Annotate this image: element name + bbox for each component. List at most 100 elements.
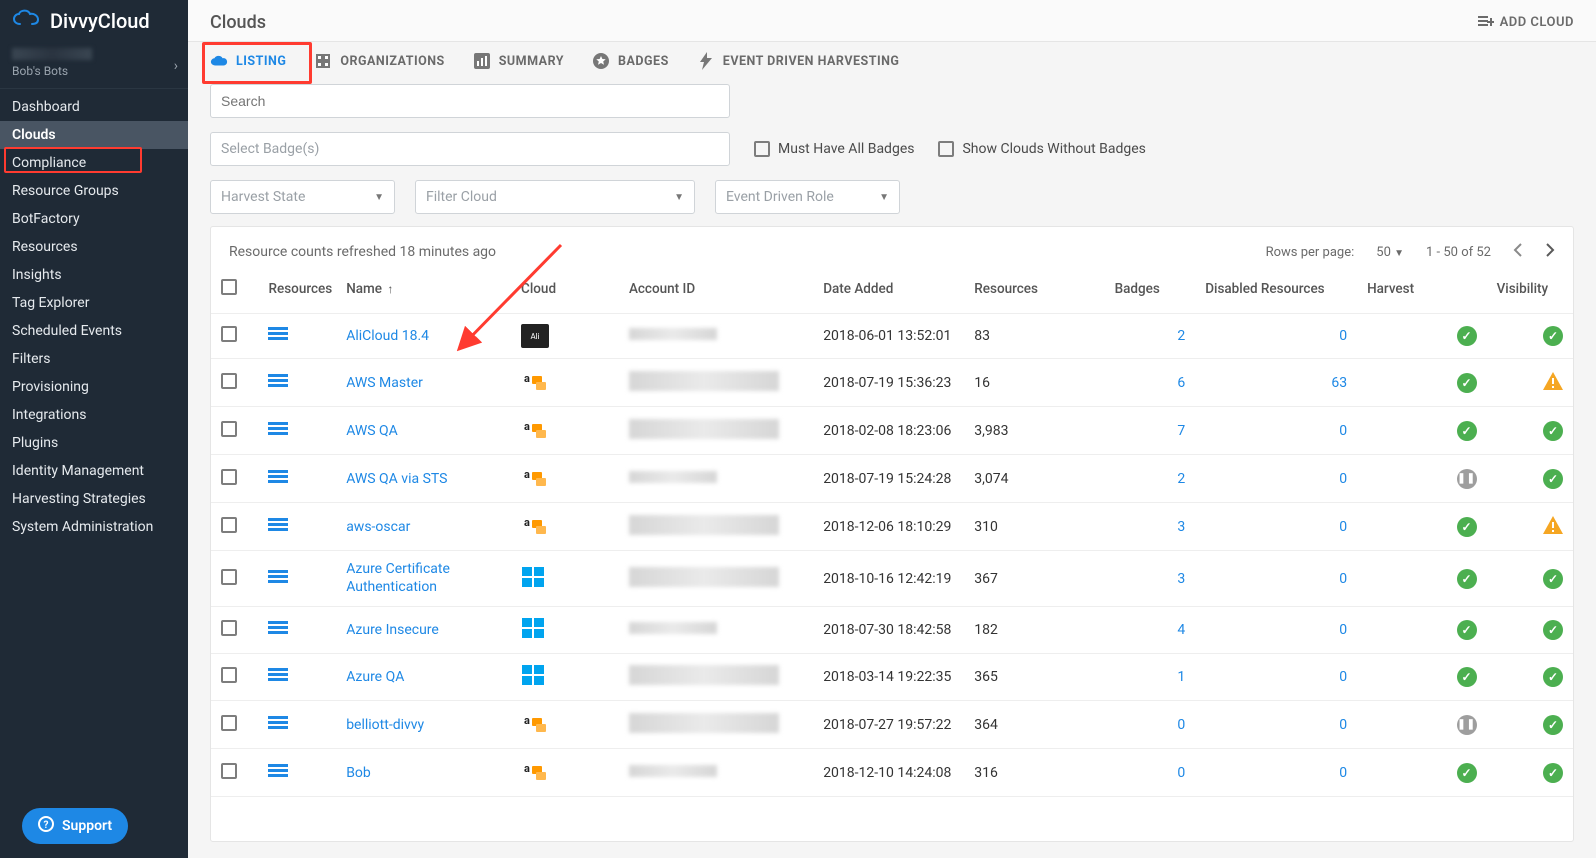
nav-item-identity-management[interactable]: Identity Management <box>0 457 188 485</box>
row-checkbox[interactable] <box>221 569 237 585</box>
row-checkbox[interactable] <box>221 620 237 636</box>
badge-select[interactable]: Select Badge(s) <box>210 132 730 166</box>
row-resources-button[interactable] <box>268 569 288 589</box>
col-disabled[interactable]: Disabled Resources <box>1195 265 1357 314</box>
badges-link[interactable]: 3 <box>1177 519 1185 535</box>
nav-item-filters[interactable]: Filters <box>0 345 188 373</box>
row-checkbox[interactable] <box>221 373 237 389</box>
disabled-resources-link[interactable]: 0 <box>1339 328 1347 344</box>
cloud-name-link[interactable]: AWS QA <box>346 423 398 439</box>
harvest-state-select[interactable]: Harvest State ▼ <box>210 180 395 214</box>
row-resources-button[interactable] <box>268 326 288 346</box>
col-cloud[interactable]: Cloud <box>511 265 619 314</box>
badges-link[interactable]: 2 <box>1177 471 1185 487</box>
nav-item-harvesting-strategies[interactable]: Harvesting Strategies <box>0 485 188 513</box>
cloud-name-link[interactable]: Azure QA <box>346 669 404 685</box>
badges-link[interactable]: 1 <box>1177 669 1185 685</box>
badges-link[interactable]: 7 <box>1177 423 1185 439</box>
status-ok-icon: ✓ <box>1457 373 1477 393</box>
row-checkbox[interactable] <box>221 326 237 342</box>
disabled-resources-link[interactable]: 0 <box>1339 717 1347 733</box>
no-badges-checkbox[interactable]: Show Clouds Without Badges <box>938 141 1145 157</box>
rpp-select[interactable]: 50 ▼ <box>1376 245 1404 260</box>
row-checkbox[interactable] <box>221 517 237 533</box>
next-page-button[interactable] <box>1545 243 1555 261</box>
prev-page-button[interactable] <box>1513 243 1523 261</box>
logo-icon <box>12 8 42 34</box>
row-resources-button[interactable] <box>268 373 288 393</box>
col-date-added[interactable]: Date Added <box>813 265 964 314</box>
nav-item-integrations[interactable]: Integrations <box>0 401 188 429</box>
user-org-switcher[interactable]: Bob's Bots › <box>0 42 188 89</box>
row-checkbox[interactable] <box>221 715 237 731</box>
event-driven-role-select[interactable]: Event Driven Role ▼ <box>715 180 900 214</box>
row-resources-button[interactable] <box>268 763 288 783</box>
svg-text:a: a <box>524 420 530 433</box>
tab-summary[interactable]: SUMMARY <box>473 52 564 70</box>
badges-link[interactable]: 3 <box>1177 571 1185 587</box>
cloud-name-link[interactable]: belliott-divvy <box>346 717 424 733</box>
tab-edh[interactable]: EVENT DRIVEN HARVESTING <box>697 52 900 70</box>
row-checkbox[interactable] <box>221 421 237 437</box>
cloud-name-link[interactable]: Bob <box>346 765 371 781</box>
nav-item-insights[interactable]: Insights <box>0 261 188 289</box>
tab-badges[interactable]: BADGES <box>592 52 669 70</box>
badges-link[interactable]: 2 <box>1177 328 1185 344</box>
disabled-resources-link[interactable]: 0 <box>1339 669 1347 685</box>
nav-item-plugins[interactable]: Plugins <box>0 429 188 457</box>
status-ok-icon: ✓ <box>1457 667 1477 687</box>
cloud-name-link[interactable]: AliCloud 18.4 <box>346 328 429 344</box>
search-input[interactable] <box>210 84 730 118</box>
row-checkbox[interactable] <box>221 469 237 485</box>
row-resources-button[interactable] <box>268 667 288 687</box>
filter-cloud-select[interactable]: Filter Cloud ▼ <box>415 180 695 214</box>
account-id-redacted <box>629 567 779 587</box>
must-have-all-badges-checkbox[interactable]: Must Have All Badges <box>754 141 914 157</box>
disabled-resources-link[interactable]: 0 <box>1339 571 1347 587</box>
nav-item-resource-groups[interactable]: Resource Groups <box>0 177 188 205</box>
cloud-name-link[interactable]: AWS Master <box>346 375 423 391</box>
disabled-resources-link[interactable]: 0 <box>1339 765 1347 781</box>
cloud-name-link[interactable]: aws-oscar <box>346 519 410 535</box>
col-badges[interactable]: Badges <box>1105 265 1196 314</box>
tab-organizations[interactable]: ORGANIZATIONS <box>314 52 444 70</box>
nav-item-provisioning[interactable]: Provisioning <box>0 373 188 401</box>
badges-link[interactable]: 6 <box>1177 375 1185 391</box>
badges-link[interactable]: 4 <box>1177 622 1185 638</box>
nav-item-tag-explorer[interactable]: Tag Explorer <box>0 289 188 317</box>
disabled-resources-link[interactable]: 0 <box>1339 519 1347 535</box>
disabled-resources-link[interactable]: 0 <box>1339 471 1347 487</box>
row-resources-button[interactable] <box>268 421 288 441</box>
nav-item-compliance[interactable]: Compliance <box>0 149 188 177</box>
col-resources-icon[interactable]: Resources <box>258 265 336 314</box>
disabled-resources-link[interactable]: 63 <box>1331 375 1347 391</box>
nav-item-scheduled-events[interactable]: Scheduled Events <box>0 317 188 345</box>
nav-item-dashboard[interactable]: Dashboard <box>0 93 188 121</box>
row-resources-button[interactable] <box>268 715 288 735</box>
col-visibility[interactable]: Visibility <box>1487 265 1573 314</box>
col-harvest[interactable]: Harvest <box>1357 265 1487 314</box>
row-checkbox[interactable] <box>221 667 237 683</box>
nav-item-system-administration[interactable]: System Administration <box>0 513 188 541</box>
row-resources-button[interactable] <box>268 517 288 537</box>
row-resources-button[interactable] <box>268 620 288 640</box>
nav-item-resources[interactable]: Resources <box>0 233 188 261</box>
tab-listing[interactable]: LISTING <box>210 52 286 70</box>
row-resources-button[interactable] <box>268 469 288 489</box>
col-account-id[interactable]: Account ID <box>619 265 813 314</box>
support-button[interactable]: ? Support <box>22 808 128 844</box>
col-name[interactable]: Name ↑ <box>336 265 511 314</box>
badges-link[interactable]: 0 <box>1177 765 1185 781</box>
cloud-name-link[interactable]: Azure Certificate Authentication <box>346 561 450 595</box>
nav-item-clouds[interactable]: Clouds <box>0 121 188 149</box>
disabled-resources-link[interactable]: 0 <box>1339 423 1347 439</box>
cloud-name-link[interactable]: Azure Insecure <box>346 622 439 638</box>
badges-link[interactable]: 0 <box>1177 717 1185 733</box>
add-cloud-button[interactable]: ADD CLOUD <box>1478 14 1574 32</box>
row-checkbox[interactable] <box>221 763 237 779</box>
nav-item-botfactory[interactable]: BotFactory <box>0 205 188 233</box>
cloud-name-link[interactable]: AWS QA via STS <box>346 471 447 487</box>
disabled-resources-link[interactable]: 0 <box>1339 622 1347 638</box>
select-all-checkbox[interactable] <box>221 279 237 295</box>
col-resources[interactable]: Resources <box>964 265 1104 314</box>
